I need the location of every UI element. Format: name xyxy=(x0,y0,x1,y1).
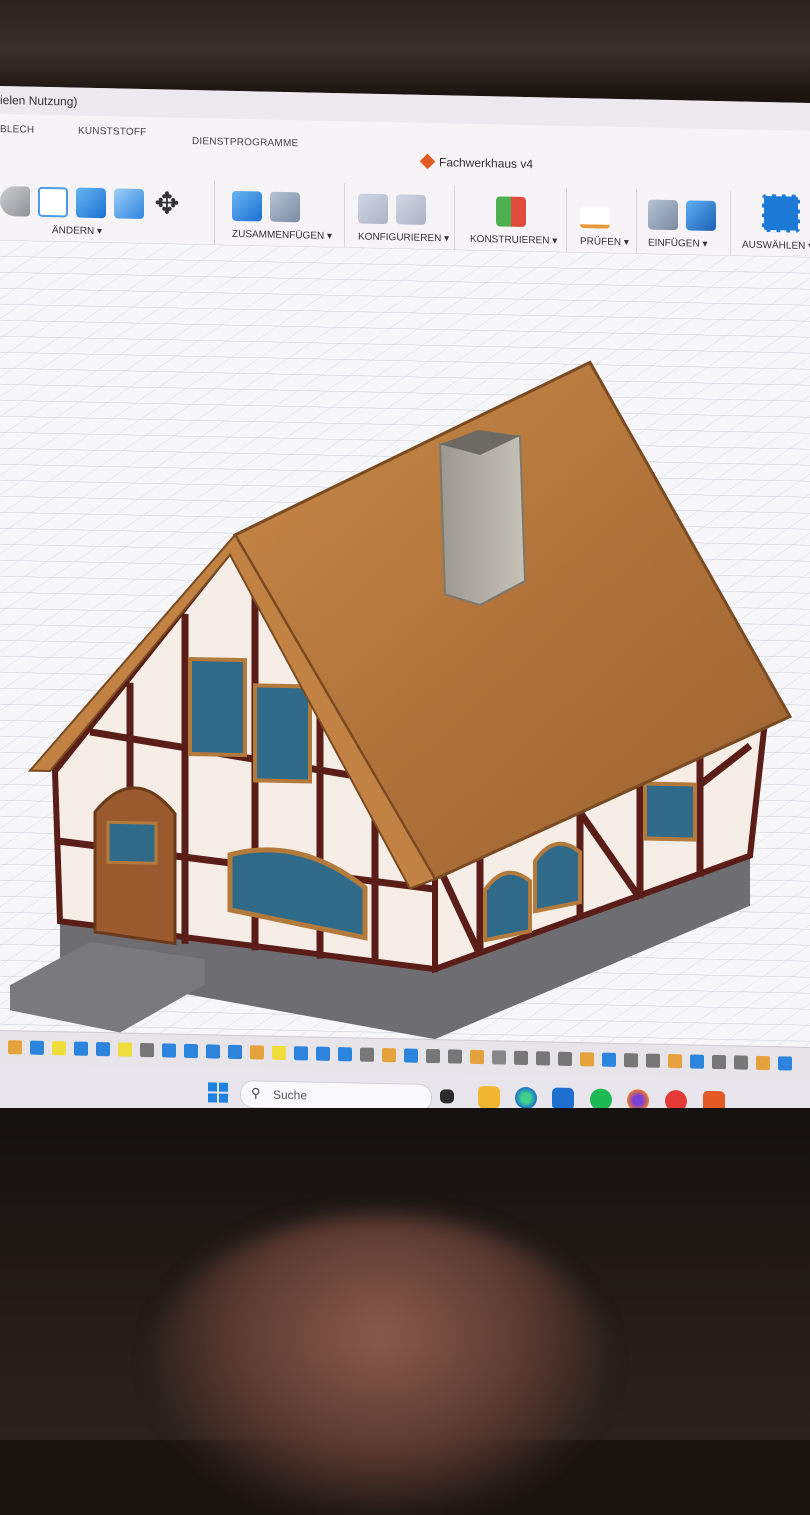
move-icon[interactable] xyxy=(514,1050,528,1066)
move-icon[interactable] xyxy=(140,1042,154,1058)
group-label-konfigurieren[interactable]: KONFIGURIEREN ▾ xyxy=(358,231,449,244)
offset-plane-icon[interactable] xyxy=(496,196,526,228)
group-label-aendern[interactable]: ÄNDERN ▾ xyxy=(52,225,182,239)
combine-icon[interactable] xyxy=(114,188,144,220)
upper-window-left[interactable] xyxy=(188,656,247,758)
sketch-icon[interactable] xyxy=(470,1049,484,1065)
sketch-icon[interactable] xyxy=(382,1048,396,1063)
file-explorer-icon[interactable] xyxy=(478,1086,500,1109)
chimney xyxy=(438,434,527,607)
side-arched-window-2[interactable] xyxy=(533,841,582,914)
insert-image-icon[interactable] xyxy=(686,200,716,231)
ribbon-divider xyxy=(730,191,731,262)
feature-icon[interactable] xyxy=(316,1046,330,1061)
tab-dienstprogramme[interactable]: DIENSTPROGRAMME xyxy=(192,136,298,149)
move-icon[interactable] xyxy=(558,1051,572,1066)
side-arched-window-1[interactable] xyxy=(483,870,532,943)
joint-icon[interactable] xyxy=(492,1050,506,1065)
blurred-finger xyxy=(150,1215,610,1515)
move-icon[interactable]: ✥ xyxy=(152,187,182,221)
tab-blech[interactable]: BLECH xyxy=(0,124,34,136)
feature-icon[interactable] xyxy=(30,1040,44,1055)
measure-icon[interactable] xyxy=(580,206,610,229)
front-door[interactable] xyxy=(93,786,177,946)
sketch-icon[interactable] xyxy=(52,1041,66,1056)
tab-kunststoff[interactable]: KUNSTSTOFF xyxy=(78,126,146,138)
upper-window-right[interactable] xyxy=(253,683,312,784)
move-icon[interactable] xyxy=(426,1048,440,1064)
feature-icon[interactable] xyxy=(162,1043,176,1058)
search-placeholder: Suche xyxy=(273,1087,308,1103)
camera-background-top xyxy=(0,0,810,95)
move-icon[interactable] xyxy=(448,1049,462,1064)
group-label-pruefen[interactable]: PRÜFEN ▾ xyxy=(580,236,629,248)
ribbon-divider xyxy=(636,189,637,260)
feature-icon[interactable] xyxy=(778,1056,792,1071)
group-label-zusammenfuegen[interactable]: ZUSAMMENFÜGEN ▾ xyxy=(232,229,332,242)
search-icon: ⚲ xyxy=(251,1085,261,1101)
select-icon[interactable] xyxy=(762,193,800,233)
ribbon-divider xyxy=(566,187,567,258)
sketch-icon[interactable] xyxy=(272,1045,286,1060)
ribbon-divider xyxy=(454,185,455,256)
document-name: Fachwerkhaus v4 xyxy=(439,155,534,172)
shell-icon[interactable] xyxy=(76,187,106,219)
store-icon[interactable] xyxy=(552,1087,574,1111)
viewport-scene xyxy=(0,240,810,1047)
windows-start-icon[interactable] xyxy=(208,1082,228,1103)
move-icon[interactable] xyxy=(646,1053,660,1068)
toolbar-ribbon: BLECH KUNSTSTOFF DIENSTPROGRAMME Fachwer… xyxy=(0,114,810,262)
feature-icon[interactable] xyxy=(404,1048,418,1063)
feature-icon[interactable] xyxy=(96,1042,110,1057)
side-window[interactable] xyxy=(643,781,697,842)
move-icon[interactable] xyxy=(624,1053,638,1068)
monitor-screen: ielen Nutzung) BLECH KUNSTSTOFF DIENSTPR… xyxy=(0,86,810,1127)
viewport-canvas[interactable]: ✥ ▣ ✋ ⚲ ⚲ ▭ ▦ ▤ xyxy=(0,240,810,1047)
move-icon[interactable] xyxy=(360,1047,374,1062)
fusion-document-icon xyxy=(419,153,436,170)
joint-icon[interactable] xyxy=(270,191,300,223)
document-tab[interactable]: Fachwerkhaus v4 xyxy=(419,153,534,172)
press-pull-icon[interactable] xyxy=(0,186,30,217)
ribbon-divider xyxy=(214,180,215,251)
configure-icon[interactable] xyxy=(358,193,388,225)
sketch-icon[interactable] xyxy=(118,1042,132,1057)
sketch-icon[interactable] xyxy=(250,1045,264,1060)
move-icon[interactable] xyxy=(712,1054,726,1070)
feature-icon[interactable] xyxy=(602,1052,616,1067)
parameters-icon[interactable] xyxy=(396,194,426,225)
group-label-auswaehlen[interactable]: AUSWÄHLEN ▾ xyxy=(742,240,810,252)
insert-derive-icon[interactable] xyxy=(648,199,678,231)
sketch-icon[interactable] xyxy=(8,1040,22,1055)
feature-icon[interactable] xyxy=(338,1047,352,1062)
window-title: ielen Nutzung) xyxy=(0,93,78,109)
edge-icon[interactable] xyxy=(515,1086,537,1110)
sketch-icon[interactable] xyxy=(756,1055,770,1071)
ribbon-divider xyxy=(344,183,345,254)
feature-icon[interactable] xyxy=(228,1044,242,1060)
new-component-icon[interactable] xyxy=(232,190,262,222)
feature-icon[interactable] xyxy=(184,1043,198,1059)
fillet-icon[interactable] xyxy=(38,186,68,218)
sketch-icon[interactable] xyxy=(580,1052,594,1067)
feature-icon[interactable] xyxy=(74,1041,88,1056)
move-icon[interactable] xyxy=(536,1051,550,1066)
feature-icon[interactable] xyxy=(690,1054,704,1069)
feature-icon[interactable] xyxy=(206,1044,220,1059)
task-view-icon[interactable] xyxy=(440,1089,454,1104)
group-label-konstruieren[interactable]: KONSTRUIEREN ▾ xyxy=(470,234,557,247)
sketch-icon[interactable] xyxy=(668,1053,682,1069)
move-icon[interactable] xyxy=(734,1055,748,1070)
door-window xyxy=(106,820,158,865)
group-label-einfuegen[interactable]: EINFÜGEN ▾ xyxy=(648,238,716,250)
feature-icon[interactable] xyxy=(294,1046,308,1061)
